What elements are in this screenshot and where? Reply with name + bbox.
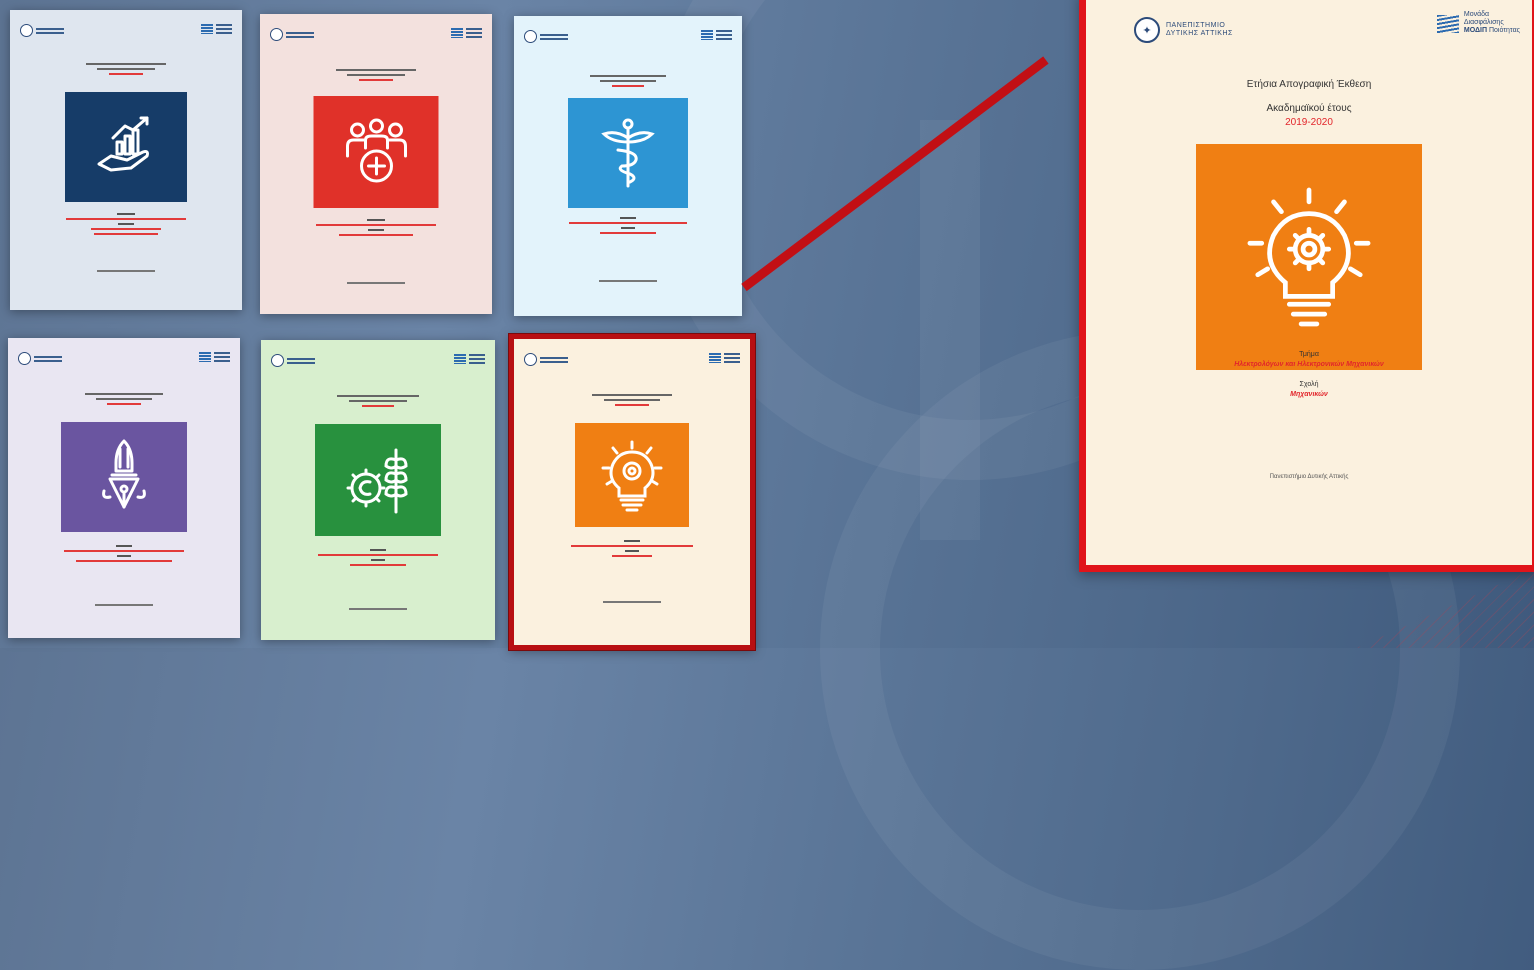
report-cover-thumbnail[interactable] (8, 338, 240, 638)
quality-unit-logo (199, 352, 230, 362)
report-cover-thumbnail[interactable] (10, 10, 242, 310)
department-value: Ηλεκτρολόγων και Ηλεκτρονικών Μηχανικών (1234, 361, 1384, 368)
cover-department-placeholder (260, 216, 492, 239)
cover-footer-placeholder (514, 601, 750, 603)
unit-name-line2: Διασφάλισης (1463, 19, 1504, 26)
cover-footer-placeholder (260, 282, 492, 284)
report-cover-thumbnail[interactable] (261, 340, 495, 640)
cover-footer-placeholder (514, 280, 742, 282)
gear-wheat-icon (315, 424, 441, 536)
university-logo (270, 28, 314, 41)
pen-nib-icon (61, 422, 187, 532)
cover-header (270, 28, 482, 46)
cover-department-placeholder (8, 542, 240, 565)
cover-header (524, 30, 732, 48)
report-cover-thumbnail[interactable] (260, 14, 492, 314)
quality-unit-logo (451, 28, 482, 38)
background-bar (920, 120, 980, 540)
quality-unit-logo: Μονάδα Διασφάλισης ΜΟΔΙΠ Ποιότητας (1436, 11, 1520, 35)
report-cover-thumbnail[interactable] (514, 16, 742, 316)
university-logo: ✦ ΠΑΝΕΠΙΣΤΗΜΙΟ ΔΥΤΙΚΗΣ ΑΤΤΙΚΗΣ (1134, 17, 1233, 43)
quality-unit-logo (201, 24, 232, 34)
cover-footer-placeholder (261, 608, 495, 610)
cover-title-placeholder (514, 72, 742, 90)
cover-footer-placeholder (10, 270, 242, 272)
unit-name-line3: Ποιότητας (1488, 27, 1520, 34)
cover-department-placeholder (514, 214, 742, 237)
lightbulb-gear-icon (575, 423, 689, 527)
university-logo (18, 352, 62, 365)
cover-department-placeholder (261, 546, 495, 569)
quality-unit-logo (709, 353, 740, 363)
cover-department-placeholder (514, 537, 750, 560)
university-seal-icon: ✦ (1134, 17, 1160, 43)
cover-footer-placeholder (8, 604, 240, 606)
university-logo (271, 354, 315, 367)
school-label: Σχολή (1299, 381, 1319, 388)
cover-title-placeholder (260, 66, 492, 84)
report-title: Ετήσια Απογραφική Έκθεση (1246, 79, 1372, 90)
quality-unit-logo (701, 30, 732, 40)
university-footer: Πανεπιστήμιο Δυτικής Αττικής (1269, 474, 1349, 480)
cover-header (20, 24, 232, 42)
cover-title-placeholder (8, 390, 240, 408)
university-logo (20, 24, 64, 37)
cover-department-placeholder (10, 210, 242, 238)
quality-unit-logo (454, 354, 485, 364)
lightbulb-gear-icon (1196, 144, 1422, 370)
cover-header (18, 352, 230, 370)
report-cover-thumbnail-selected[interactable] (509, 334, 755, 650)
university-name-line2: ΔΥΤΙΚΗΣ ΑΤΤΙΚΗΣ (1166, 30, 1233, 37)
university-logo (524, 30, 568, 43)
unit-abbreviation: ΜΟΔΙΠ (1463, 27, 1487, 34)
cover-title-placeholder (514, 391, 750, 409)
department-label: Τμήμα (1299, 351, 1319, 358)
cover-title-placeholder (10, 60, 242, 78)
school-value: Μηχανικών (1290, 391, 1328, 398)
group-medical-plus-icon (313, 96, 439, 208)
cover-header (271, 354, 485, 372)
university-name-line1: ΠΑΝΕΠΙΣΤΗΜΙΟ (1166, 22, 1226, 29)
hand-growth-chart-icon (65, 92, 187, 202)
academic-year-label: Ακαδημαϊκού έτους (1266, 103, 1352, 114)
zoomed-report-cover: ✦ ΠΑΝΕΠΙΣΤΗΜΙΟ ΔΥΤΙΚΗΣ ΑΤΤΙΚΗΣ Μονάδα Δι… (1079, 0, 1534, 572)
university-logo (524, 353, 568, 366)
cover-title-placeholder (261, 392, 495, 410)
unit-name-line1: Μονάδα (1463, 11, 1490, 18)
quality-unit-mark-icon (1436, 15, 1459, 33)
cover-header (524, 353, 740, 371)
academic-year-value: 2019-2020 (1285, 117, 1333, 128)
caduceus-icon (568, 98, 688, 208)
